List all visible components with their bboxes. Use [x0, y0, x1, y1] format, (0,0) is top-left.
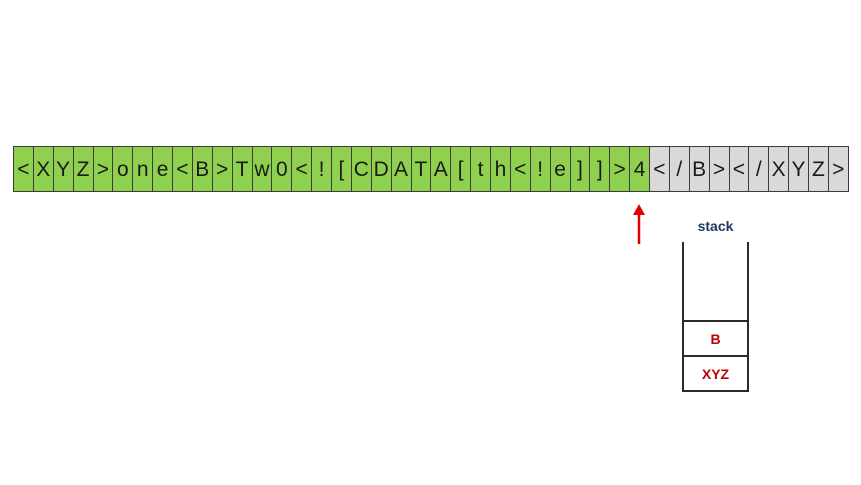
tape-cell-unread: X: [769, 147, 790, 191]
tape-cell-read: !: [530, 147, 551, 191]
tape-cell-unread: >: [828, 147, 849, 191]
tape-cell-unread: >: [709, 147, 730, 191]
tape-cell-read: B: [192, 147, 213, 191]
tape-cell-read: t: [471, 147, 491, 191]
tape-cell-read: ]: [590, 147, 611, 191]
tape-cell-read: e: [550, 147, 571, 191]
tape-cell-read: <: [14, 147, 34, 191]
tape-cell-read: h: [491, 147, 511, 191]
tape-cell-read: T: [411, 147, 432, 191]
tape-cell-unread: Y: [789, 147, 809, 191]
tape-cell-read: n: [133, 147, 154, 191]
tape-cell-read: w: [252, 147, 273, 191]
tape-cell-read: >: [93, 147, 114, 191]
tape-cell-read: e: [153, 147, 173, 191]
tape-cell-read: <: [292, 147, 313, 191]
tape-cell-read: T: [232, 147, 253, 191]
tape-cell-read: 4: [630, 147, 650, 191]
tape-cell-read: A: [391, 147, 412, 191]
tape-cell-read: D: [371, 147, 392, 191]
tape-cell-unread: B: [689, 147, 710, 191]
tape-cell-unread: <: [729, 147, 750, 191]
tape-cell-read: A: [431, 147, 452, 191]
tape-cell-read: <: [173, 147, 193, 191]
tape-cell-read: >: [212, 147, 233, 191]
stack-label: stack: [697, 218, 734, 234]
tape-cell-read: [: [332, 147, 352, 191]
tape-cell-read: Z: [73, 147, 94, 191]
tape-cell-read: !: [312, 147, 332, 191]
tape-cell-read: C: [351, 147, 372, 191]
tape-cell-read: >: [610, 147, 631, 191]
stack-item-bottom: XYZ: [684, 355, 747, 390]
tape-cell-read: o: [113, 147, 134, 191]
tape-cell-unread: /: [749, 147, 770, 191]
tape-cell-read: <: [510, 147, 531, 191]
input-tape: < X Y Z > o n e < B > Tw 0 <![C D A T A[t h <! e]] >4 < / B > < / X Y…: [13, 146, 849, 192]
tape-cell-unread: /: [669, 147, 690, 191]
stack-item-top: B: [684, 320, 747, 355]
tape-cell-unread: Z: [809, 147, 829, 191]
tape-cell-read: 0: [272, 147, 293, 191]
tape-cell-read: X: [33, 147, 54, 191]
tape-cell-read: ]: [570, 147, 591, 191]
tape-cell-unread: <: [650, 147, 670, 191]
stack-container: B XYZ: [682, 242, 749, 392]
tape-cell-read: Y: [53, 147, 74, 191]
up-arrow-icon: [633, 204, 645, 244]
tape-cell-read: [: [451, 147, 472, 191]
